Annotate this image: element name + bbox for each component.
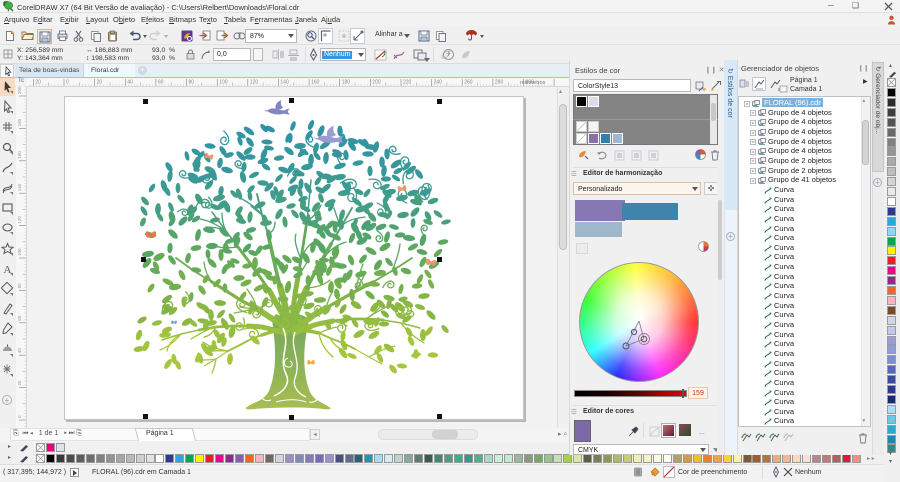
svg-text:200: 200 <box>17 86 22 94</box>
svg-text:60: 60 <box>158 80 164 86</box>
svg-text:20: 20 <box>97 80 103 86</box>
svg-text:160: 160 <box>311 80 320 86</box>
svg-text:120: 120 <box>17 216 22 224</box>
svg-text:180: 180 <box>17 118 22 126</box>
svg-text:60: 60 <box>17 315 22 321</box>
svg-text:40: 40 <box>17 348 22 354</box>
svg-text:0: 0 <box>66 80 69 86</box>
svg-text:milímetros: milímetros <box>520 80 546 86</box>
svg-text:80: 80 <box>17 283 22 289</box>
svg-text:100: 100 <box>219 80 228 86</box>
svg-text:100: 100 <box>17 248 22 256</box>
svg-text:140: 140 <box>17 183 22 191</box>
svg-text:240: 240 <box>434 80 443 86</box>
svg-text:160: 160 <box>17 151 22 159</box>
svg-text:280: 280 <box>495 80 504 86</box>
svg-text:260: 260 <box>464 80 473 86</box>
svg-text:120: 120 <box>250 80 259 86</box>
svg-text:80: 80 <box>189 80 195 86</box>
svg-text:0: 0 <box>17 415 22 418</box>
svg-text:20: 20 <box>35 80 41 86</box>
svg-text:20: 20 <box>17 380 22 386</box>
svg-text:40: 40 <box>127 80 133 86</box>
svg-text:220: 220 <box>403 80 412 86</box>
svg-text:180: 180 <box>342 80 351 86</box>
svg-text:140: 140 <box>280 80 289 86</box>
svg-text:200: 200 <box>372 80 381 86</box>
